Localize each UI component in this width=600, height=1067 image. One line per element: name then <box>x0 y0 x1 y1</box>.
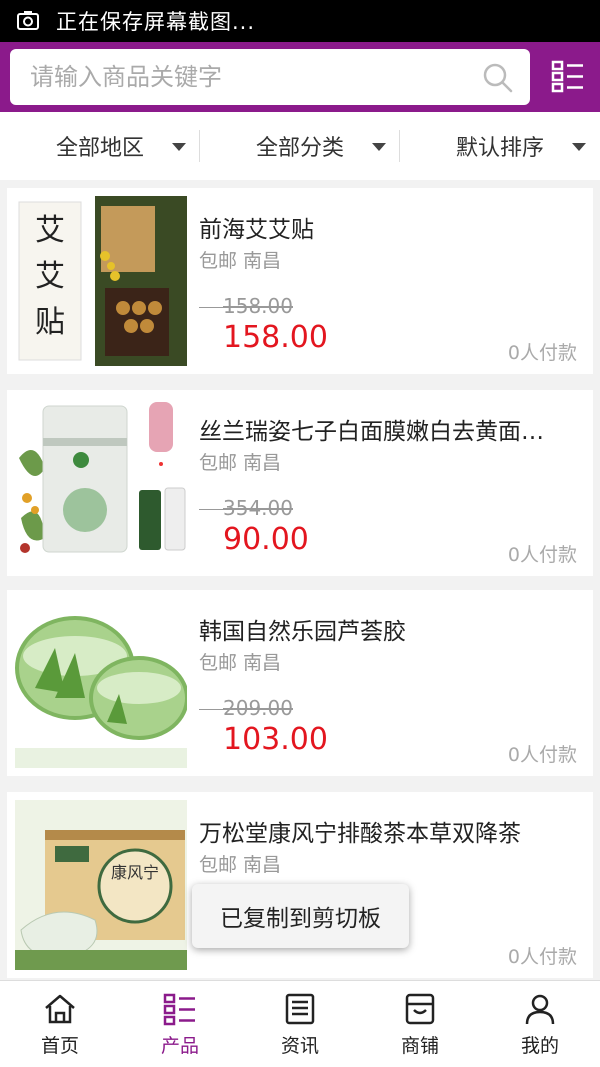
caret-down-icon <box>372 143 386 151</box>
product-title[interactable]: 韩国自然乐园芦荟胶 <box>199 612 579 646</box>
product-card[interactable]: 韩国自然乐园芦荟胶 包邮 南昌 209.00 103.00 0人付款 <box>7 590 593 776</box>
sale-price: 103.00 <box>223 722 328 757</box>
filter-label: 全部分类 <box>255 136 344 161</box>
tab-label: 资讯 <box>280 1035 319 1057</box>
shipping-label: 包邮 <box>199 854 238 876</box>
tab-label: 我的 <box>520 1035 559 1057</box>
product-image[interactable] <box>15 398 187 568</box>
toast-message: 已复制到剪切板 <box>192 884 409 948</box>
filter-label: 全部地区 <box>55 136 144 161</box>
sale-price: 90.00 <box>223 522 309 557</box>
original-price: 354.00 <box>199 496 293 520</box>
product-meta: 包邮 南昌 <box>199 648 287 675</box>
filter-bar: 全部地区 全部分类 默认排序 <box>0 112 600 180</box>
city-label: 南昌 <box>243 652 282 674</box>
header <box>0 42 600 112</box>
city-label: 南昌 <box>243 452 282 474</box>
filter-category[interactable]: 全部分类 <box>200 112 400 180</box>
caret-down-icon <box>172 143 186 151</box>
tab-label: 产品 <box>160 1035 199 1057</box>
svg-text:艾: 艾 <box>35 213 65 248</box>
svg-text:贴: 贴 <box>35 305 65 340</box>
home-icon <box>45 994 75 1024</box>
category-menu-icon[interactable] <box>550 58 586 94</box>
screenshot-icon <box>17 11 39 30</box>
sold-count: 0人付款 <box>507 544 577 566</box>
user-icon <box>525 994 555 1025</box>
search-box[interactable] <box>10 49 530 105</box>
news-icon <box>285 993 315 1025</box>
city-label: 南昌 <box>243 250 282 272</box>
product-title[interactable]: 前海艾艾贴 <box>199 210 579 244</box>
tab-products[interactable]: 产品 <box>120 981 240 1067</box>
tab-mine[interactable]: 我的 <box>480 981 600 1067</box>
product-meta: 包邮 南昌 <box>199 246 287 273</box>
filter-sort[interactable]: 默认排序 <box>400 112 600 180</box>
product-image[interactable]: 康风宁 <box>15 800 187 970</box>
search-icon[interactable] <box>482 62 514 94</box>
original-price: 209.00 <box>199 696 293 720</box>
shipping-label: 包邮 <box>199 452 238 474</box>
sold-count: 0人付款 <box>507 342 577 364</box>
list-icon <box>163 993 195 1026</box>
sale-price: 158.00 <box>223 320 328 355</box>
shipping-label: 包邮 <box>199 250 238 272</box>
status-bar: 正在保存屏幕截图... <box>0 0 600 42</box>
bottom-tab-bar: 首页 产品 资讯 商铺 我的 <box>0 980 600 1067</box>
product-title[interactable]: 万松堂康风宁排酸茶本草双降茶 <box>199 814 579 848</box>
tab-news[interactable]: 资讯 <box>240 981 360 1067</box>
filter-label: 默认排序 <box>455 136 544 161</box>
filter-region[interactable]: 全部地区 <box>0 112 200 180</box>
sold-count: 0人付款 <box>507 744 577 766</box>
product-image[interactable] <box>15 598 187 768</box>
product-card[interactable]: 丝兰瑞姿七子白面膜嫩白去黄面… 包邮 南昌 354.00 90.00 0人付款 <box>7 390 593 576</box>
search-input[interactable] <box>30 63 470 91</box>
city-label: 南昌 <box>243 854 282 876</box>
product-image[interactable]: 艾 艾 贴 <box>15 196 187 366</box>
tab-home[interactable]: 首页 <box>0 981 120 1067</box>
shipping-label: 包邮 <box>199 652 238 674</box>
product-title[interactable]: 丝兰瑞姿七子白面膜嫩白去黄面… <box>199 412 579 446</box>
tab-label: 商铺 <box>400 1035 439 1057</box>
tab-shop[interactable]: 商铺 <box>360 981 480 1067</box>
sold-count: 0人付款 <box>507 946 577 968</box>
product-meta: 包邮 南昌 <box>199 448 287 475</box>
product-meta: 包邮 南昌 <box>199 850 287 877</box>
caret-down-icon <box>572 143 586 151</box>
svg-text:艾: 艾 <box>35 259 65 294</box>
svg-text:康风宁: 康风宁 <box>111 863 159 882</box>
original-price: 158.00 <box>199 294 293 318</box>
shop-icon <box>405 993 435 1025</box>
product-card[interactable]: 艾 艾 贴 前海艾艾贴 包邮 南昌 158.00 158.00 0人付款 <box>7 188 593 374</box>
tab-label: 首页 <box>40 1035 79 1057</box>
status-text: 正在保存屏幕截图... <box>56 10 256 34</box>
